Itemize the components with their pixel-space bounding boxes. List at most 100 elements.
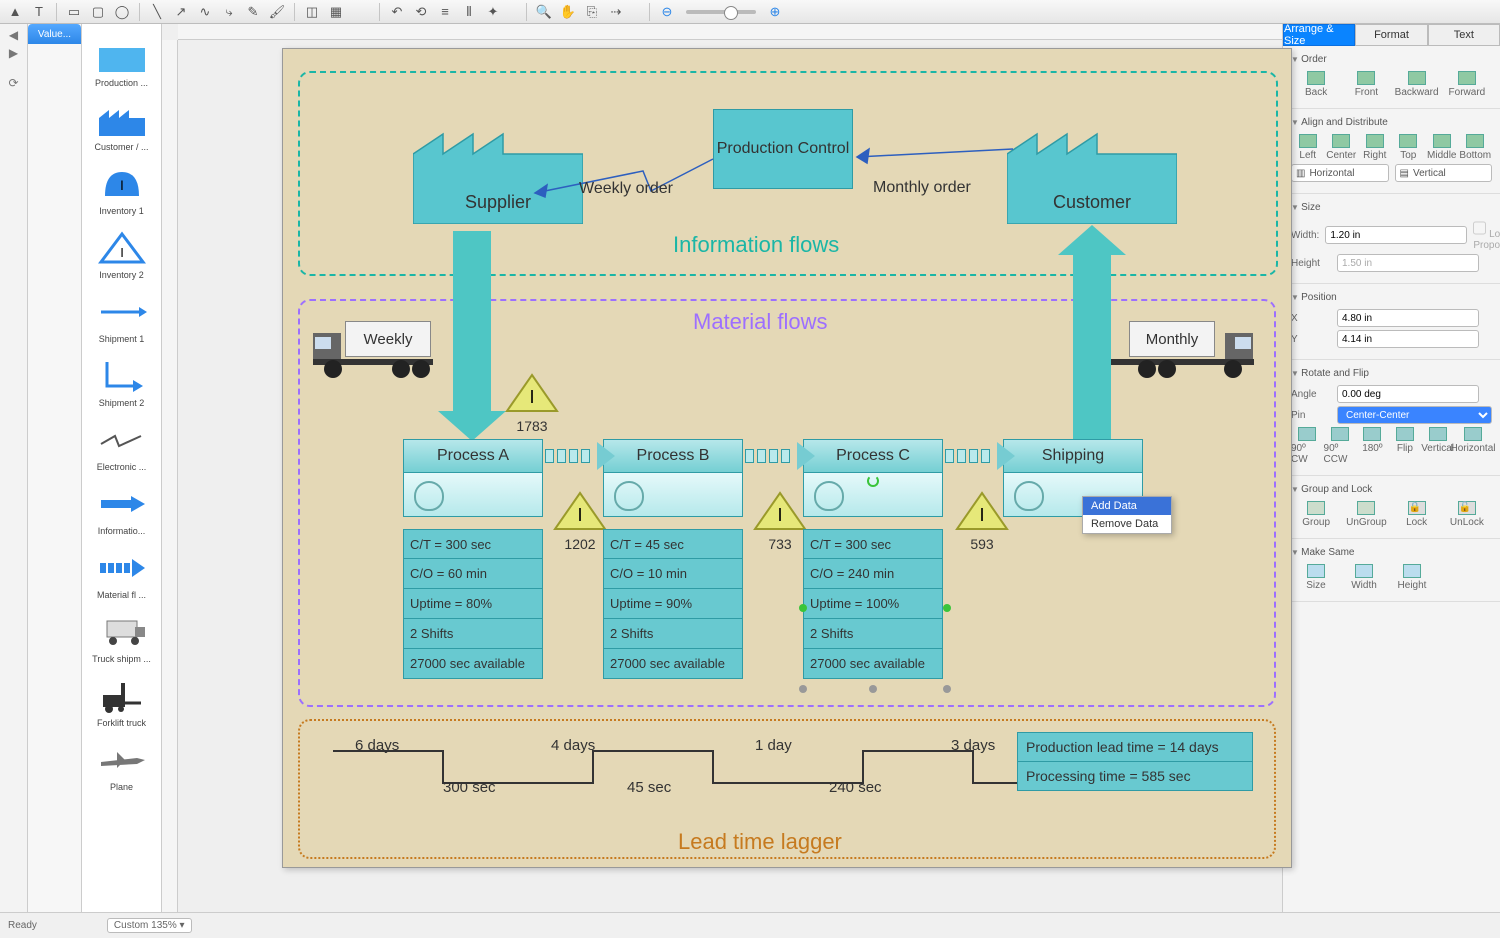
data-table-c[interactable]: C/T = 300 secC/O = 240 minUptime = 100%2… xyxy=(803,529,943,679)
position-x-input[interactable] xyxy=(1337,309,1479,327)
same-size-button[interactable]: Size xyxy=(1297,564,1335,591)
rrect-tool-icon[interactable]: ▢ xyxy=(87,2,109,22)
canvas[interactable]: Information flows Supplier Customer Prod… xyxy=(162,24,1282,912)
selection-handle[interactable] xyxy=(943,685,951,693)
customer-shape[interactable]: Customer xyxy=(1007,114,1177,224)
pencil-tool-icon[interactable]: ✎ xyxy=(242,2,264,22)
palette-inventory1[interactable]: IInventory 1 xyxy=(82,166,161,216)
align-center-button[interactable]: Center xyxy=(1325,134,1359,161)
diagram-page[interactable]: Information flows Supplier Customer Prod… xyxy=(282,48,1292,868)
align-left-button[interactable]: Left xyxy=(1291,134,1325,161)
order-forward-button[interactable]: Forward xyxy=(1448,71,1486,98)
eyedrop-icon[interactable]: ⎘ xyxy=(581,2,603,22)
palette-forklift[interactable]: Forklift truck xyxy=(82,678,161,728)
library-tab[interactable]: Value... xyxy=(28,24,81,44)
supply-arrow[interactable] xyxy=(453,231,491,413)
width-input[interactable] xyxy=(1325,226,1467,244)
zoom-out-icon[interactable]: ⊖ xyxy=(656,2,678,22)
arrow-tool-icon[interactable]: ↗ xyxy=(170,2,192,22)
context-remove-data[interactable]: Remove Data xyxy=(1083,515,1171,533)
crop-tool-icon[interactable]: ◫ xyxy=(301,2,323,22)
order-backward-button[interactable]: Backward xyxy=(1398,71,1436,98)
selection-handle[interactable] xyxy=(799,604,807,612)
position-y-input[interactable] xyxy=(1337,330,1479,348)
distribute-h-select[interactable]: ▥ Horizontal xyxy=(1291,164,1389,182)
rotate-handle[interactable] xyxy=(867,475,879,487)
tab-arrange[interactable]: Arrange & Size xyxy=(1283,24,1355,46)
tab-format[interactable]: Format xyxy=(1355,24,1427,46)
height-input[interactable] xyxy=(1337,254,1479,272)
process-b[interactable]: Process B xyxy=(603,439,743,517)
unlock-button[interactable]: 🔓UnLock xyxy=(1448,501,1486,528)
inventory-2[interactable]: I1202 xyxy=(553,491,607,552)
hand-icon[interactable]: ✋ xyxy=(557,2,579,22)
inventory-1[interactable]: I1783 xyxy=(505,373,559,434)
selection-handle[interactable] xyxy=(869,685,877,693)
pointer-tool-icon[interactable]: ▲ xyxy=(4,2,26,22)
monthly-order-arrow[interactable] xyxy=(851,139,1019,169)
push-arrow-2[interactable] xyxy=(745,447,799,465)
rotate-90ccw-button[interactable]: 90º CCW xyxy=(1324,427,1357,465)
distribute-icon[interactable]: ⫴ xyxy=(458,2,480,22)
tab-text[interactable]: Text xyxy=(1428,24,1500,46)
table-tool-icon[interactable]: ▦ xyxy=(325,2,347,22)
order-back-button[interactable]: Back xyxy=(1297,71,1335,98)
rotate-180-button[interactable]: 180º xyxy=(1356,427,1389,465)
palette-shipment1[interactable]: Shipment 1 xyxy=(82,294,161,344)
zoom-slider[interactable] xyxy=(686,10,756,14)
lock-button[interactable]: 🔒Lock xyxy=(1398,501,1436,528)
redo-icon[interactable]: ⟲ xyxy=(410,2,432,22)
push-arrow-3[interactable] xyxy=(945,447,999,465)
align-top-button[interactable]: Top xyxy=(1392,134,1426,161)
palette-materialfl[interactable]: Material fl ... xyxy=(82,550,161,600)
brush-tool-icon[interactable]: 🖌 xyxy=(266,2,288,22)
lead-summary[interactable]: Production lead time = 14 days Processin… xyxy=(1017,732,1253,791)
palette-customer[interactable]: Customer / ... xyxy=(82,102,161,152)
same-height-button[interactable]: Height xyxy=(1393,564,1431,591)
magic-icon[interactable]: ✦ xyxy=(482,2,504,22)
align-middle-button[interactable]: Middle xyxy=(1425,134,1459,161)
ellipse-tool-icon[interactable]: ◯ xyxy=(111,2,133,22)
distribute-v-select[interactable]: ▤ Vertical xyxy=(1395,164,1493,182)
rect-tool-icon[interactable]: ▭ xyxy=(63,2,85,22)
nav-refresh-icon[interactable]: ⟳ xyxy=(8,76,18,90)
ship-arrow[interactable] xyxy=(1073,253,1111,445)
data-table-a[interactable]: C/T = 300 secC/O = 60 minUptime = 80%2 S… xyxy=(403,529,543,679)
data-table-b[interactable]: C/T = 45 secC/O = 10 minUptime = 90%2 Sh… xyxy=(603,529,743,679)
order-front-button[interactable]: Front xyxy=(1347,71,1385,98)
palette-shipment2[interactable]: Shipment 2 xyxy=(82,358,161,408)
inventory-4[interactable]: I593 xyxy=(955,491,1009,552)
zoom-in-icon[interactable]: ⊕ xyxy=(764,2,786,22)
palette-truck[interactable]: Truck shipm ... xyxy=(82,614,161,664)
flip-button[interactable]: Flip xyxy=(1389,427,1422,465)
inventory-3[interactable]: I733 xyxy=(753,491,807,552)
magnify-icon[interactable]: 🔍 xyxy=(533,2,555,22)
selection-handle[interactable] xyxy=(943,604,951,612)
nav-fwd-icon[interactable]: ▶ xyxy=(9,46,18,60)
process-a[interactable]: Process A xyxy=(403,439,543,517)
palette-electronic[interactable]: Electronic ... xyxy=(82,422,161,472)
align-bottom-button[interactable]: Bottom xyxy=(1459,134,1493,161)
nav-back-icon[interactable]: ◀ xyxy=(9,28,18,42)
curve-tool-icon[interactable]: ∿ xyxy=(194,2,216,22)
same-width-button[interactable]: Width xyxy=(1345,564,1383,591)
align-right-button[interactable]: Right xyxy=(1358,134,1392,161)
zoom-select[interactable]: Custom 135% ▾ xyxy=(107,918,192,933)
ungroup-button[interactable]: UnGroup xyxy=(1347,501,1385,528)
context-add-data[interactable]: Add Data xyxy=(1083,497,1171,515)
text-tool-icon[interactable]: T xyxy=(28,2,50,22)
rotate-90cw-button[interactable]: 90º CW xyxy=(1291,427,1324,465)
line-tool-icon[interactable]: ╲ xyxy=(146,2,168,22)
connector-icon[interactable]: ⇢ xyxy=(605,2,627,22)
selection-handle[interactable] xyxy=(799,685,807,693)
production-control-shape[interactable]: Production Control xyxy=(713,109,853,189)
palette-inventory2[interactable]: IInventory 2 xyxy=(82,230,161,280)
lead-time-ladder[interactable] xyxy=(333,739,1053,802)
flip-h-button[interactable]: Horizontal xyxy=(1454,427,1492,465)
push-arrow-1[interactable] xyxy=(545,447,599,465)
palette-informatio[interactable]: Informatio... xyxy=(82,486,161,536)
arc-tool-icon[interactable]: ⤷ xyxy=(218,2,240,22)
flip-v-button[interactable]: Vertical xyxy=(1421,427,1454,465)
palette-plane[interactable]: Plane xyxy=(82,742,161,792)
pin-select[interactable]: Center-Center xyxy=(1337,406,1492,424)
